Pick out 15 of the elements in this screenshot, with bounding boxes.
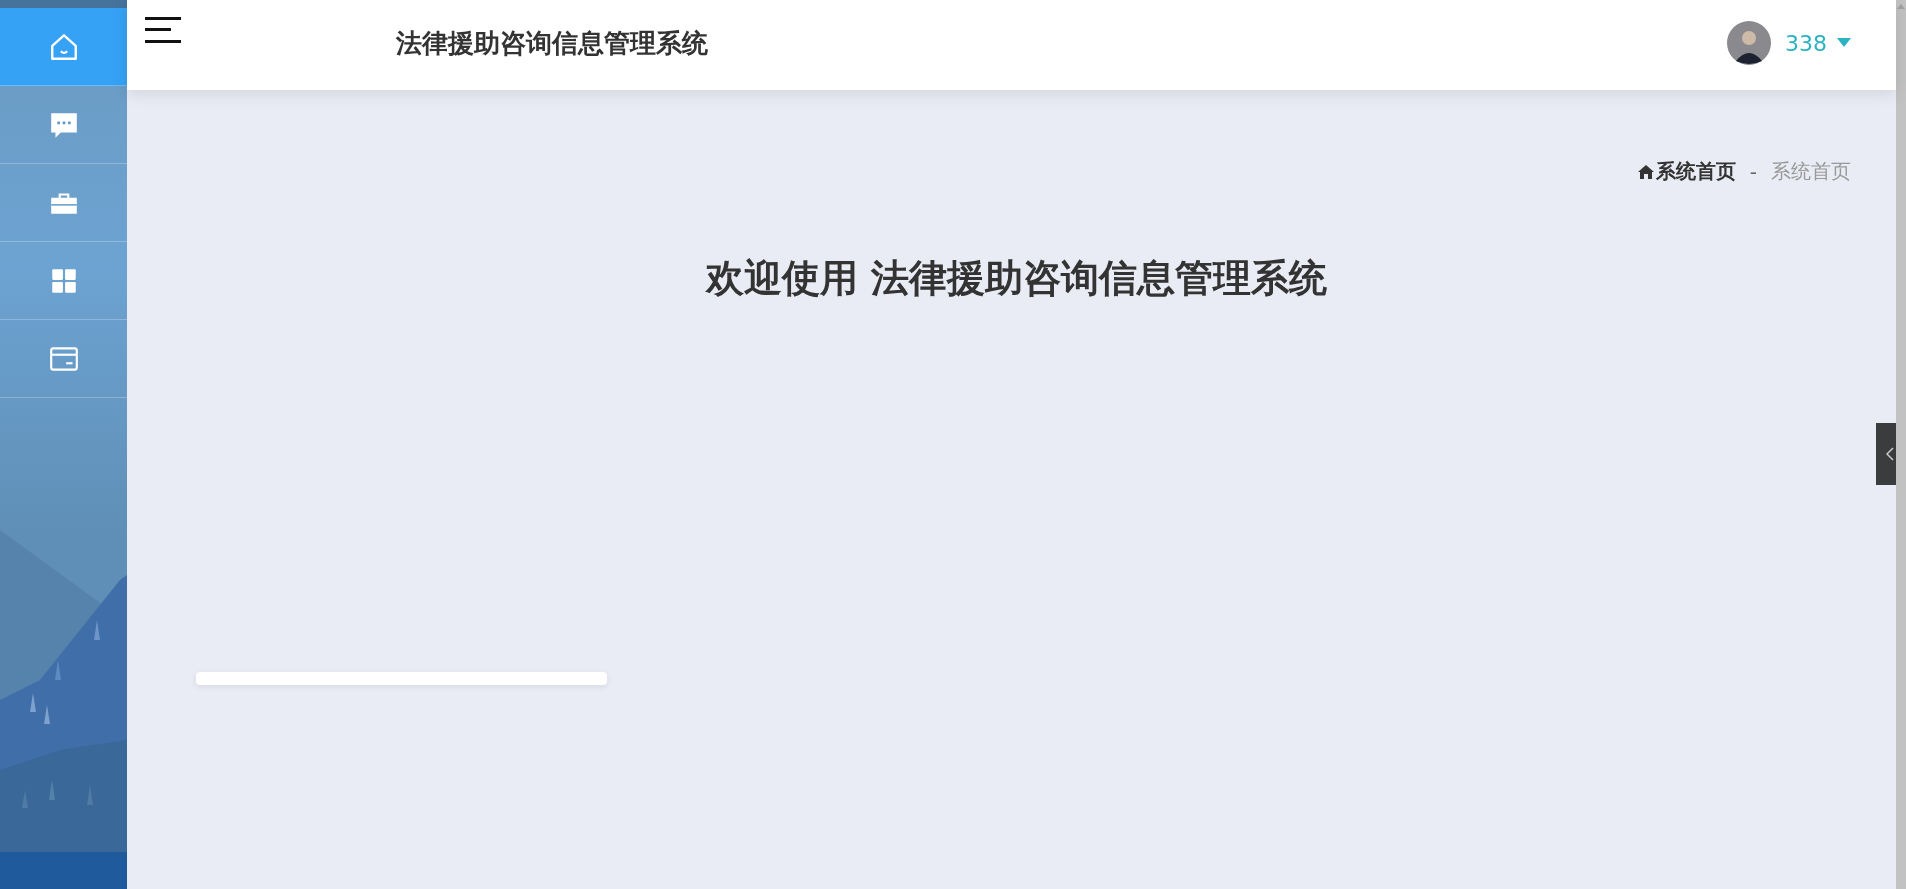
menu-icon[interactable]	[145, 15, 181, 45]
avatar[interactable]	[1727, 21, 1771, 65]
chevron-left-icon	[1886, 447, 1894, 461]
scrollbar[interactable]	[1896, 0, 1906, 889]
sidebar-item[interactable]	[0, 8, 127, 86]
breadcrumb-link[interactable]: 系统首页	[1655, 158, 1736, 185]
scroll-up-icon[interactable]	[1897, 4, 1905, 9]
user-name[interactable]: 338	[1785, 30, 1827, 56]
breadcrumb-link[interactable]: 系统首页	[1771, 158, 1851, 185]
welcome-title: 欢迎使用 法律援助咨询信息管理系统	[704, 255, 1329, 302]
collapse-handle[interactable]	[1876, 423, 1896, 485]
home-icon	[1637, 164, 1654, 179]
caret-icon[interactable]	[1837, 38, 1851, 48]
app-title: 法律援助咨询信息管理系统	[396, 27, 708, 60]
breadcrumb-separator: -	[1749, 159, 1757, 184]
